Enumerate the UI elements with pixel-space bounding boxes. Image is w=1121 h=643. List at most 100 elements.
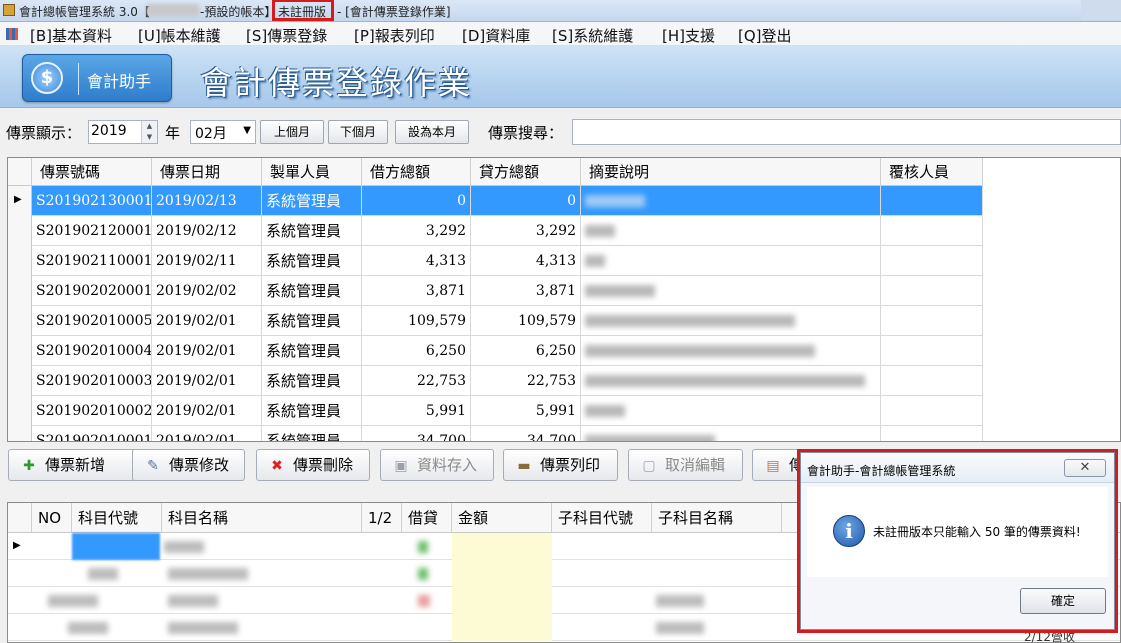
row-header[interactable]: [8, 306, 32, 336]
credit-total-cell[interactable]: 0: [471, 186, 581, 216]
credit-total-cell[interactable]: 22,753: [471, 366, 581, 396]
reviewer-cell[interactable]: [881, 276, 983, 306]
maker-cell[interactable]: 系統管理員: [262, 336, 362, 366]
voucher-date-cell[interactable]: 2019/02/01: [152, 336, 262, 366]
row-header[interactable]: [8, 396, 32, 426]
selected-cell[interactable]: [72, 533, 160, 560]
row-header[interactable]: [8, 276, 32, 306]
maker-cell[interactable]: 系統管理員: [262, 186, 362, 216]
column-header[interactable]: 製單人員: [262, 158, 362, 186]
column-header[interactable]: 覆核人員: [881, 158, 983, 186]
menu-item-reports[interactable]: [P]報表列印: [354, 25, 435, 46]
row-header[interactable]: [8, 216, 32, 246]
window-control-button[interactable]: [1081, 0, 1121, 20]
memo-cell[interactable]: [581, 366, 881, 396]
reviewer-cell[interactable]: [881, 336, 983, 366]
voucher-number-cell[interactable]: S201902010003: [32, 366, 152, 396]
year-spinner[interactable]: 2019 ▲ ▼: [88, 120, 158, 144]
maker-cell[interactable]: 系統管理員: [262, 216, 362, 246]
amount-cell[interactable]: [452, 533, 552, 560]
row-header[interactable]: [8, 246, 32, 276]
row-header[interactable]: ▶: [8, 186, 32, 216]
row-header[interactable]: [8, 366, 32, 396]
reviewer-cell[interactable]: [881, 216, 983, 246]
debit-total-cell[interactable]: 3,871: [362, 276, 471, 306]
table-row[interactable]: S201902010004 2019/02/01 系統管理員 6,250 6,250: [8, 336, 983, 366]
maker-cell[interactable]: 系統管理員: [262, 276, 362, 306]
credit-total-cell[interactable]: 6,250: [471, 336, 581, 366]
prev-month-button[interactable]: 上個月: [260, 120, 324, 144]
column-header[interactable]: 科目名稱: [162, 503, 362, 533]
table-row[interactable]: S201902010002 2019/02/01 系統管理員 5,991 5,991: [8, 396, 983, 426]
credit-total-cell[interactable]: 3,292: [471, 216, 581, 246]
voucher-number-cell[interactable]: S201902110001: [32, 246, 152, 276]
voucher-number-cell[interactable]: S201902120001: [32, 216, 152, 246]
memo-cell[interactable]: [581, 396, 881, 426]
credit-total-cell[interactable]: 5,991: [471, 396, 581, 426]
row-header[interactable]: [8, 336, 32, 366]
debit-total-cell[interactable]: 4,313: [362, 246, 471, 276]
debit-total-cell[interactable]: 22,753: [362, 366, 471, 396]
memo-cell[interactable]: [581, 276, 881, 306]
voucher-number-cell[interactable]: S201902010004: [32, 336, 152, 366]
debit-total-cell[interactable]: 3,292: [362, 216, 471, 246]
voucher-date-cell[interactable]: 2019/02/11: [152, 246, 262, 276]
table-row[interactable]: S201902120001 2019/02/12 系統管理員 3,292 3,292: [8, 216, 983, 246]
column-header[interactable]: 科目代號: [72, 503, 162, 533]
debit-total-cell[interactable]: 109,579: [362, 306, 471, 336]
reviewer-cell[interactable]: [881, 306, 983, 336]
maker-cell[interactable]: 系統管理員: [262, 396, 362, 426]
column-header[interactable]: NO: [32, 503, 72, 533]
memo-cell[interactable]: [581, 426, 881, 441]
column-header[interactable]: 1/2: [362, 503, 402, 533]
voucher-number-cell[interactable]: S201902010002: [32, 396, 152, 426]
column-header[interactable]: 借方總額: [362, 158, 471, 186]
column-header[interactable]: 金額: [452, 503, 552, 533]
credit-total-cell[interactable]: 4,313: [471, 246, 581, 276]
voucher-date-cell[interactable]: 2019/02/01: [152, 366, 262, 396]
credit-total-cell[interactable]: 109,579: [471, 306, 581, 336]
column-header[interactable]: 借貸: [402, 503, 452, 533]
reviewer-cell[interactable]: [881, 186, 983, 216]
cancel-edit-button[interactable]: ▢ 取消編輯: [628, 449, 743, 481]
delete-voucher-button[interactable]: ✖ 傳票刪除: [256, 449, 370, 481]
voucher-number-cell[interactable]: S201902130001: [32, 186, 152, 216]
voucher-date-cell[interactable]: 2019/02/01: [152, 396, 262, 426]
reviewer-cell[interactable]: [881, 246, 983, 276]
maker-cell[interactable]: 系統管理員: [262, 246, 362, 276]
voucher-number-cell[interactable]: S201902020001: [32, 276, 152, 306]
print-voucher-button[interactable]: ▬ 傳票列印: [503, 449, 618, 481]
debit-total-cell[interactable]: 6,250: [362, 336, 471, 366]
memo-cell[interactable]: [581, 186, 881, 216]
memo-cell[interactable]: [581, 246, 881, 276]
voucher-date-cell[interactable]: 2019/02/02: [152, 276, 262, 306]
memo-cell[interactable]: [581, 336, 881, 366]
menu-item-basic-data[interactable]: [B]基本資料: [30, 25, 112, 46]
close-icon[interactable]: ✕: [1064, 459, 1106, 477]
search-input[interactable]: [572, 119, 1121, 145]
column-header[interactable]: 子科目代號: [552, 503, 652, 533]
menu-item-system[interactable]: [S]系統維護: [552, 25, 633, 46]
menu-item-logout[interactable]: [Q]登出: [738, 25, 792, 46]
next-month-button[interactable]: 下個月: [328, 120, 388, 144]
voucher-date-cell[interactable]: 2019/02/01: [152, 426, 262, 441]
debit-total-cell[interactable]: 0: [362, 186, 471, 216]
maker-cell[interactable]: 系統管理員: [262, 426, 362, 441]
memo-cell[interactable]: [581, 216, 881, 246]
credit-total-cell[interactable]: 34,700: [471, 426, 581, 441]
table-row[interactable]: S201902010001 2019/02/01 系統管理員 34,700 34,700: [8, 426, 983, 441]
table-row[interactable]: S201902010003 2019/02/01 系統管理員 22,753 22,753: [8, 366, 983, 396]
debit-total-cell[interactable]: 34,700: [362, 426, 471, 441]
reviewer-cell[interactable]: [881, 396, 983, 426]
voucher-date-cell[interactable]: 2019/02/01: [152, 306, 262, 336]
column-header[interactable]: 傳票號碼: [32, 158, 152, 186]
menu-item-voucher[interactable]: [S]傳票登錄: [246, 25, 327, 46]
month-select[interactable]: 02月 ▼: [190, 120, 256, 144]
column-header[interactable]: 摘要說明: [581, 158, 881, 186]
maker-cell[interactable]: 系統管理員: [262, 366, 362, 396]
credit-total-cell[interactable]: 3,871: [471, 276, 581, 306]
menu-item-support[interactable]: [H]支援: [662, 25, 715, 46]
table-row[interactable]: ▶ S201902130001 2019/02/13 系統管理員 0 0: [8, 186, 983, 216]
ok-button[interactable]: 確定: [1020, 588, 1106, 614]
voucher-number-cell[interactable]: S201902010005: [32, 306, 152, 336]
